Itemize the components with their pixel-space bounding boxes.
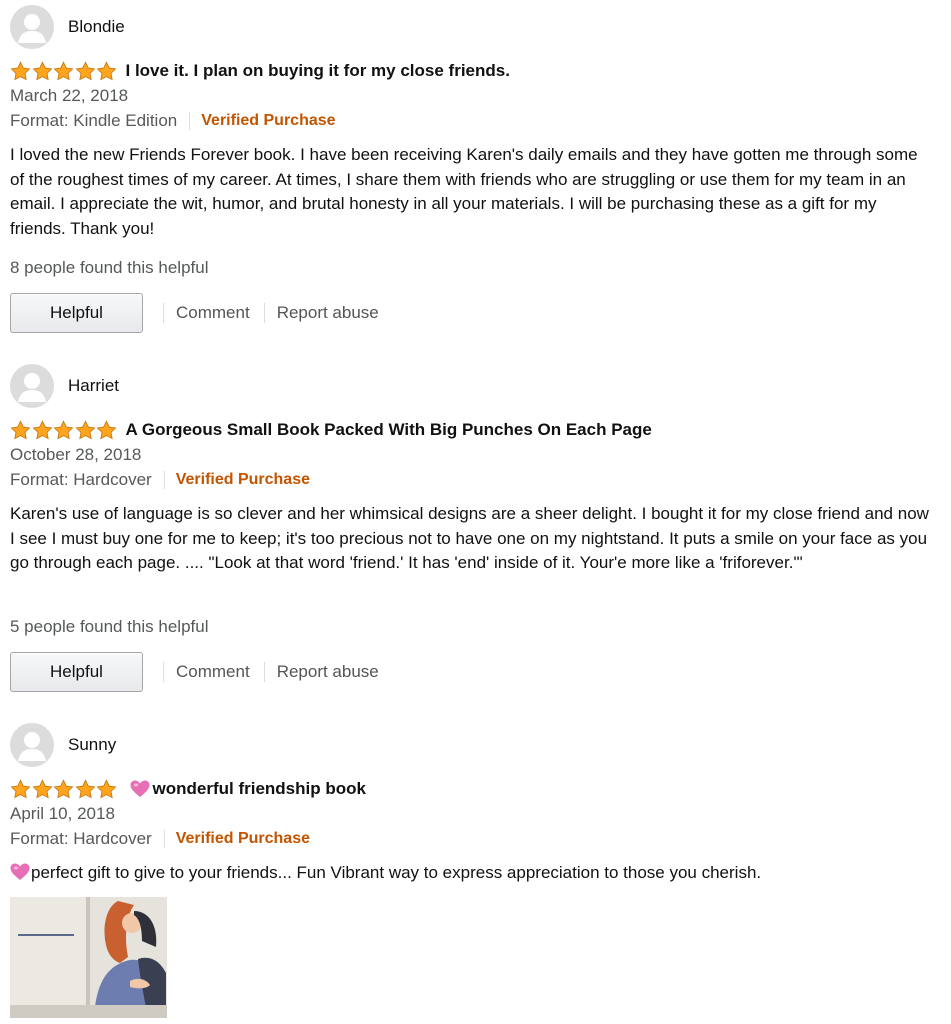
review-date: October 28, 2018	[10, 445, 142, 464]
verified-purchase-badge: Verified Purchase	[201, 112, 336, 129]
reviewer-name[interactable]: Sunny	[68, 735, 116, 755]
avatar[interactable]	[10, 723, 54, 767]
divider	[163, 303, 164, 323]
review-title[interactable]: wonderful friendship book	[153, 779, 366, 799]
format-row: Format: Hardcover Verified Purchase	[10, 829, 310, 849]
star-icon	[32, 779, 52, 799]
star-icon	[96, 779, 117, 799]
verified-purchase-badge: Verified Purchase	[175, 830, 310, 847]
divider	[163, 830, 165, 848]
star-icon	[32, 420, 52, 440]
reviewer-name[interactable]: Blondie	[68, 17, 125, 37]
avatar[interactable]	[10, 5, 54, 49]
review-1: Blondie I love it. I plan on buying it f…	[0, 5, 951, 345]
format-link[interactable]: Format: Kindle Edition	[10, 111, 177, 131]
review-title-row: I love it. I plan on buying it for my cl…	[10, 59, 510, 83]
review-3: Sunny wonderful friendship book April 10…	[0, 723, 951, 1023]
review-date: March 22, 2018	[10, 86, 129, 105]
star-icon	[53, 779, 74, 799]
review-body: Karen's use of language is so clever and…	[10, 504, 929, 572]
helpful-button[interactable]: Helpful	[10, 652, 143, 692]
star-rating[interactable]	[10, 779, 118, 799]
star-icon	[10, 779, 31, 799]
review-date: April 10, 2018	[10, 804, 115, 823]
default-avatar-icon	[18, 14, 46, 43]
star-icon	[75, 420, 95, 440]
format-link[interactable]: Format: Hardcover	[10, 829, 152, 849]
helpful-button[interactable]: Helpful	[10, 293, 143, 333]
book-photo-image	[10, 897, 167, 1018]
star-icon	[96, 420, 117, 440]
star-icon	[96, 61, 117, 81]
review-title[interactable]: I love it. I plan on buying it for my cl…	[126, 61, 510, 81]
review-title[interactable]: A Gorgeous Small Book Packed With Big Pu…	[126, 420, 652, 440]
format-row: Format: Kindle Edition Verified Purchase	[10, 111, 336, 131]
default-avatar-icon	[18, 732, 46, 761]
avatar[interactable]	[10, 364, 54, 408]
divider	[263, 662, 265, 682]
report-abuse-link[interactable]: Report abuse	[277, 662, 379, 682]
helpful-count: 8 people found this helpful	[10, 258, 209, 277]
review-body: I loved the new Friends Forever book. I …	[10, 145, 918, 238]
format-row: Format: Hardcover Verified Purchase	[10, 470, 310, 490]
divider	[189, 112, 191, 130]
report-abuse-link[interactable]: Report abuse	[277, 303, 379, 323]
star-rating[interactable]	[10, 420, 118, 440]
review-photo-thumbnail[interactable]	[10, 897, 167, 1018]
review-body: perfect gift to give to your friends... …	[10, 861, 935, 886]
review-actions: Helpful Comment Report abuse	[10, 651, 379, 693]
star-icon	[10, 420, 31, 440]
reviewer-profile[interactable]: Sunny	[10, 723, 116, 767]
review-2: Harriet A Gorgeous Small Book Packed Wit…	[0, 364, 951, 704]
verified-purchase-badge: Verified Purchase	[175, 471, 310, 488]
star-icon	[53, 420, 74, 440]
helpful-count: 5 people found this helpful	[10, 617, 209, 636]
star-icon	[10, 61, 31, 81]
format-link[interactable]: Format: Hardcover	[10, 470, 152, 490]
star-icon	[32, 61, 52, 81]
pink-heart-icon	[130, 780, 149, 797]
reviewer-profile[interactable]: Blondie	[10, 5, 125, 49]
divider	[263, 303, 265, 323]
comment-link[interactable]: Comment	[176, 303, 250, 323]
star-rating[interactable]	[10, 61, 118, 81]
star-icon	[75, 779, 95, 799]
reviewer-name[interactable]: Harriet	[68, 376, 119, 396]
review-body-text: perfect gift to give to your friends... …	[31, 863, 762, 882]
review-title-row: A Gorgeous Small Book Packed With Big Pu…	[10, 418, 652, 442]
divider	[163, 662, 164, 682]
reviewer-profile[interactable]: Harriet	[10, 364, 119, 408]
pink-heart-icon	[10, 863, 30, 880]
divider	[163, 471, 165, 489]
star-icon	[75, 61, 95, 81]
review-actions: Helpful Comment Report abuse	[10, 292, 379, 334]
comment-link[interactable]: Comment	[176, 662, 250, 682]
default-avatar-icon	[18, 373, 46, 402]
review-title-row: wonderful friendship book	[10, 777, 366, 801]
star-icon	[53, 61, 74, 81]
